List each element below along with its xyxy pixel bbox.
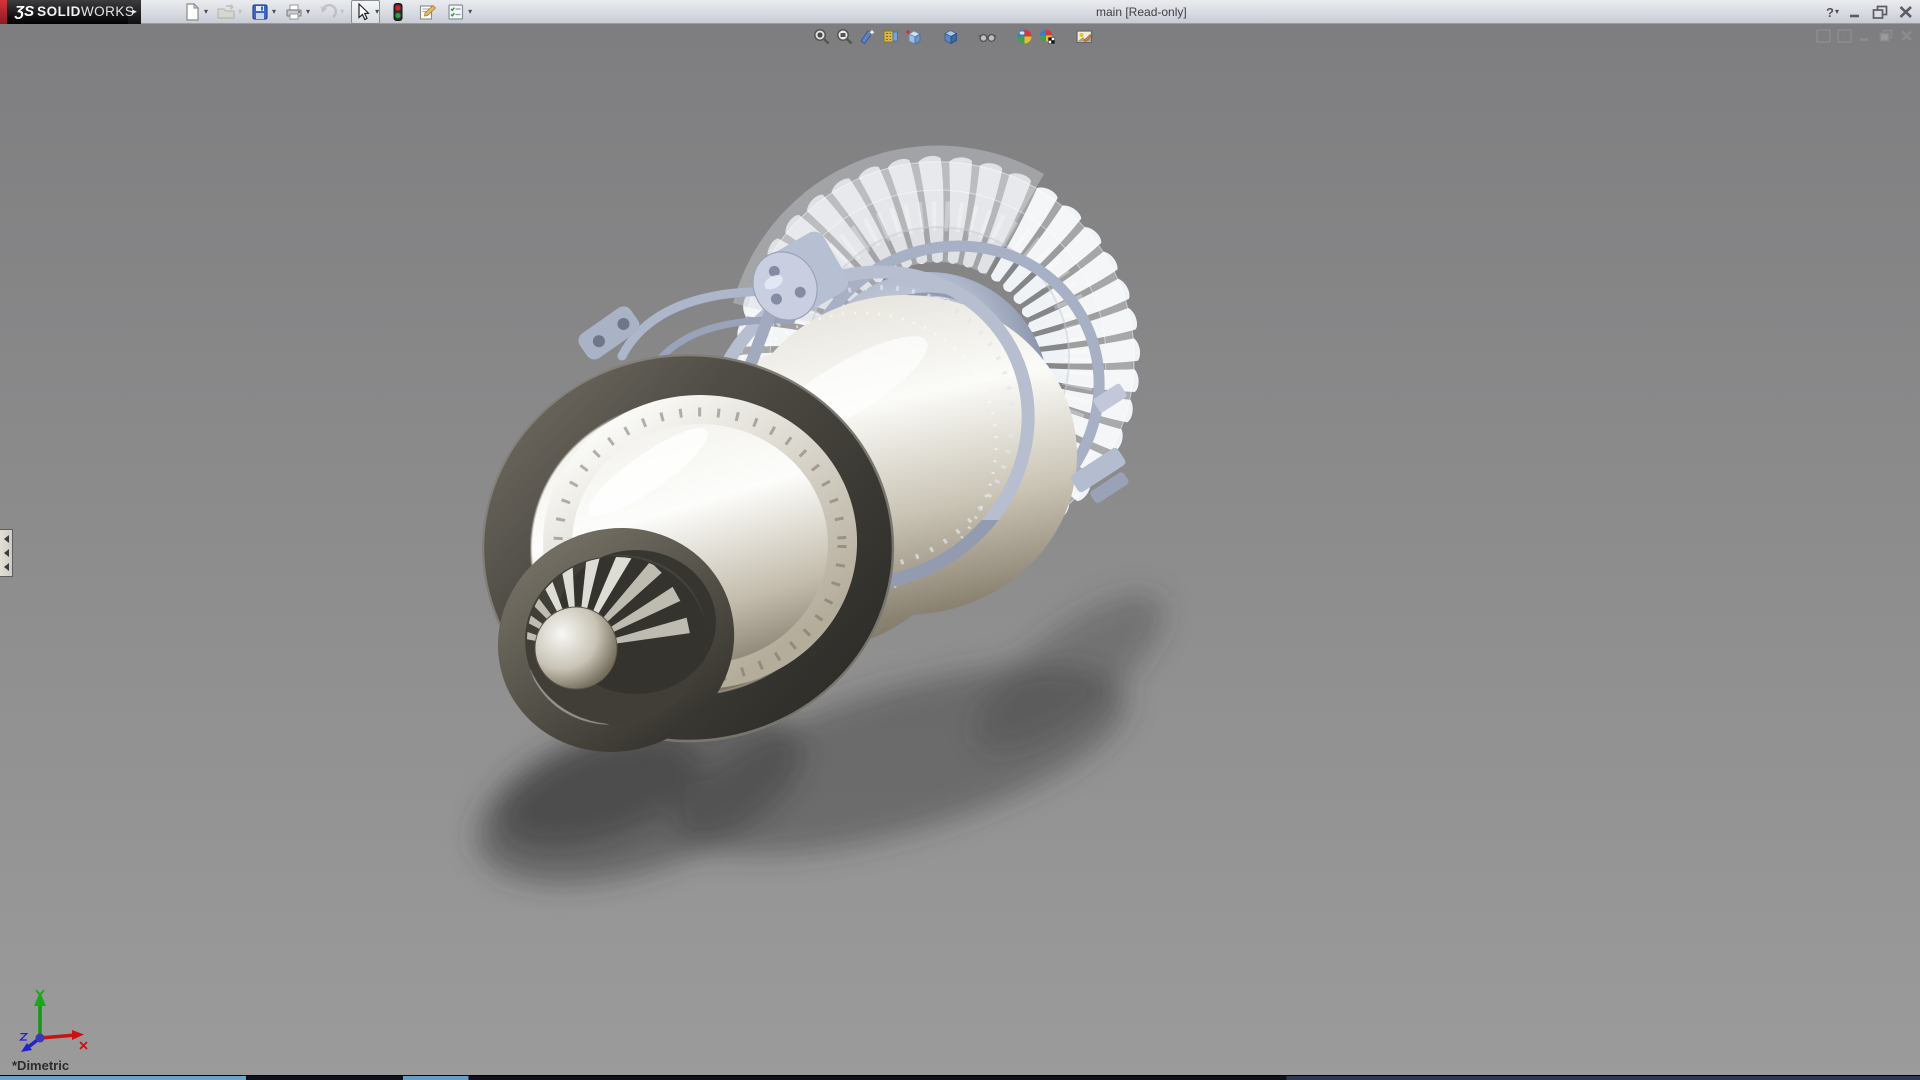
- hide-show-items-icon[interactable]: [978, 27, 997, 46]
- restore-button[interactable]: [1872, 2, 1889, 22]
- solidworks-logo-text: SOLIDWORKS: [37, 4, 134, 19]
- print-group: ▾: [283, 1, 310, 23]
- options-button[interactable]: [445, 1, 467, 23]
- orientation-triad[interactable]: [18, 986, 90, 1058]
- window-next-button[interactable]: [1836, 28, 1852, 43]
- document-minimize-button[interactable]: [1857, 28, 1873, 43]
- file-properties-button[interactable]: [416, 1, 438, 23]
- open-dropdown-caret[interactable]: ▾: [238, 8, 242, 16]
- taskbar-edge[interactable]: [0, 1075, 1920, 1080]
- print-dropdown-caret[interactable]: ▾: [306, 8, 310, 16]
- edit-appearance-icon[interactable]: [1015, 27, 1034, 46]
- collapse-arrow-icon: [4, 535, 9, 543]
- collapse-arrow-icon: [4, 549, 9, 557]
- window-prev-button[interactable]: [1815, 28, 1831, 43]
- triad-z-glyph: [20, 1034, 26, 1040]
- section-view-icon[interactable]: [881, 27, 900, 46]
- select-dropdown-caret[interactable]: ▾: [375, 8, 379, 16]
- minimize-button[interactable]: [1848, 2, 1863, 22]
- new-document-group: ▾: [181, 1, 208, 23]
- apply-scene-icon[interactable]: [1038, 27, 1057, 46]
- new-document-button[interactable]: [181, 1, 203, 23]
- solidworks-window: *Dimetric ƷS SOLIDWORKS ► ▾ ▾ ▾: [0, 0, 1920, 1080]
- undo-button[interactable]: [317, 1, 339, 23]
- window-controls: ? ▾: [1826, 0, 1914, 24]
- headsup-view-toolbar: [812, 27, 1098, 46]
- document-close-button[interactable]: [1899, 28, 1915, 43]
- save-dropdown-caret[interactable]: ▾: [272, 8, 276, 16]
- undo-group: ▾: [317, 1, 344, 23]
- rebuild-group: [387, 1, 409, 23]
- display-style-icon[interactable]: [941, 27, 960, 46]
- file-properties-group: [416, 1, 438, 23]
- title-bar: ƷS SOLIDWORKS ► ▾ ▾ ▾: [0, 0, 1920, 24]
- previous-view-icon[interactable]: [858, 27, 877, 46]
- solidworks-logo-mark: ƷS: [15, 3, 34, 20]
- options-group: ▾: [445, 1, 472, 23]
- zoom-to-fit-icon[interactable]: [812, 27, 831, 46]
- logo-text-light: WORKS: [81, 4, 135, 19]
- featuremanager-collapsed-tab[interactable]: [0, 529, 13, 577]
- view-orientation-icon[interactable]: [904, 27, 923, 46]
- spinner-hub[interactable]: [535, 607, 617, 689]
- view-settings-icon[interactable]: [1075, 27, 1094, 46]
- help-button[interactable]: ? ▾: [1826, 2, 1839, 22]
- save-group: ▾: [249, 1, 276, 23]
- collapse-arrow-icon: [4, 563, 9, 571]
- triad-y-glyph: [36, 990, 44, 999]
- document-window-controls: [1815, 28, 1915, 43]
- select-tool-group: ▾: [351, 0, 380, 24]
- graphics-viewport[interactable]: *Dimetric: [0, 24, 1920, 1080]
- open-document-button[interactable]: [215, 1, 237, 23]
- undo-dropdown-caret[interactable]: ▾: [340, 8, 344, 16]
- close-button[interactable]: [1898, 2, 1914, 22]
- orientation-label: *Dimetric: [12, 1058, 69, 1073]
- help-icon: ?: [1826, 5, 1834, 20]
- help-dropdown-caret[interactable]: ▾: [1835, 8, 1839, 16]
- model-jet-engine[interactable]: [0, 24, 1920, 1080]
- logo-text-strong: SOLID: [37, 4, 81, 19]
- document-restore-button[interactable]: [1878, 28, 1894, 43]
- rebuild-traffic-light-button[interactable]: [387, 1, 409, 23]
- document-title: main [Read-only]: [1096, 5, 1187, 19]
- options-dropdown-caret[interactable]: ▾: [468, 8, 472, 16]
- triad-x-glyph: [80, 1042, 87, 1049]
- save-button[interactable]: [249, 1, 271, 23]
- main-toolbar: ▾ ▾ ▾ ▾ ▾: [181, 0, 479, 24]
- logo-red-stripe: [0, 0, 7, 24]
- print-button[interactable]: [283, 1, 305, 23]
- open-document-group: ▾: [215, 1, 242, 23]
- zoom-to-area-icon[interactable]: [835, 27, 854, 46]
- new-dropdown-caret[interactable]: ▾: [204, 8, 208, 16]
- solidworks-logo: ƷS SOLIDWORKS: [0, 0, 128, 24]
- select-tool-button[interactable]: [352, 1, 374, 23]
